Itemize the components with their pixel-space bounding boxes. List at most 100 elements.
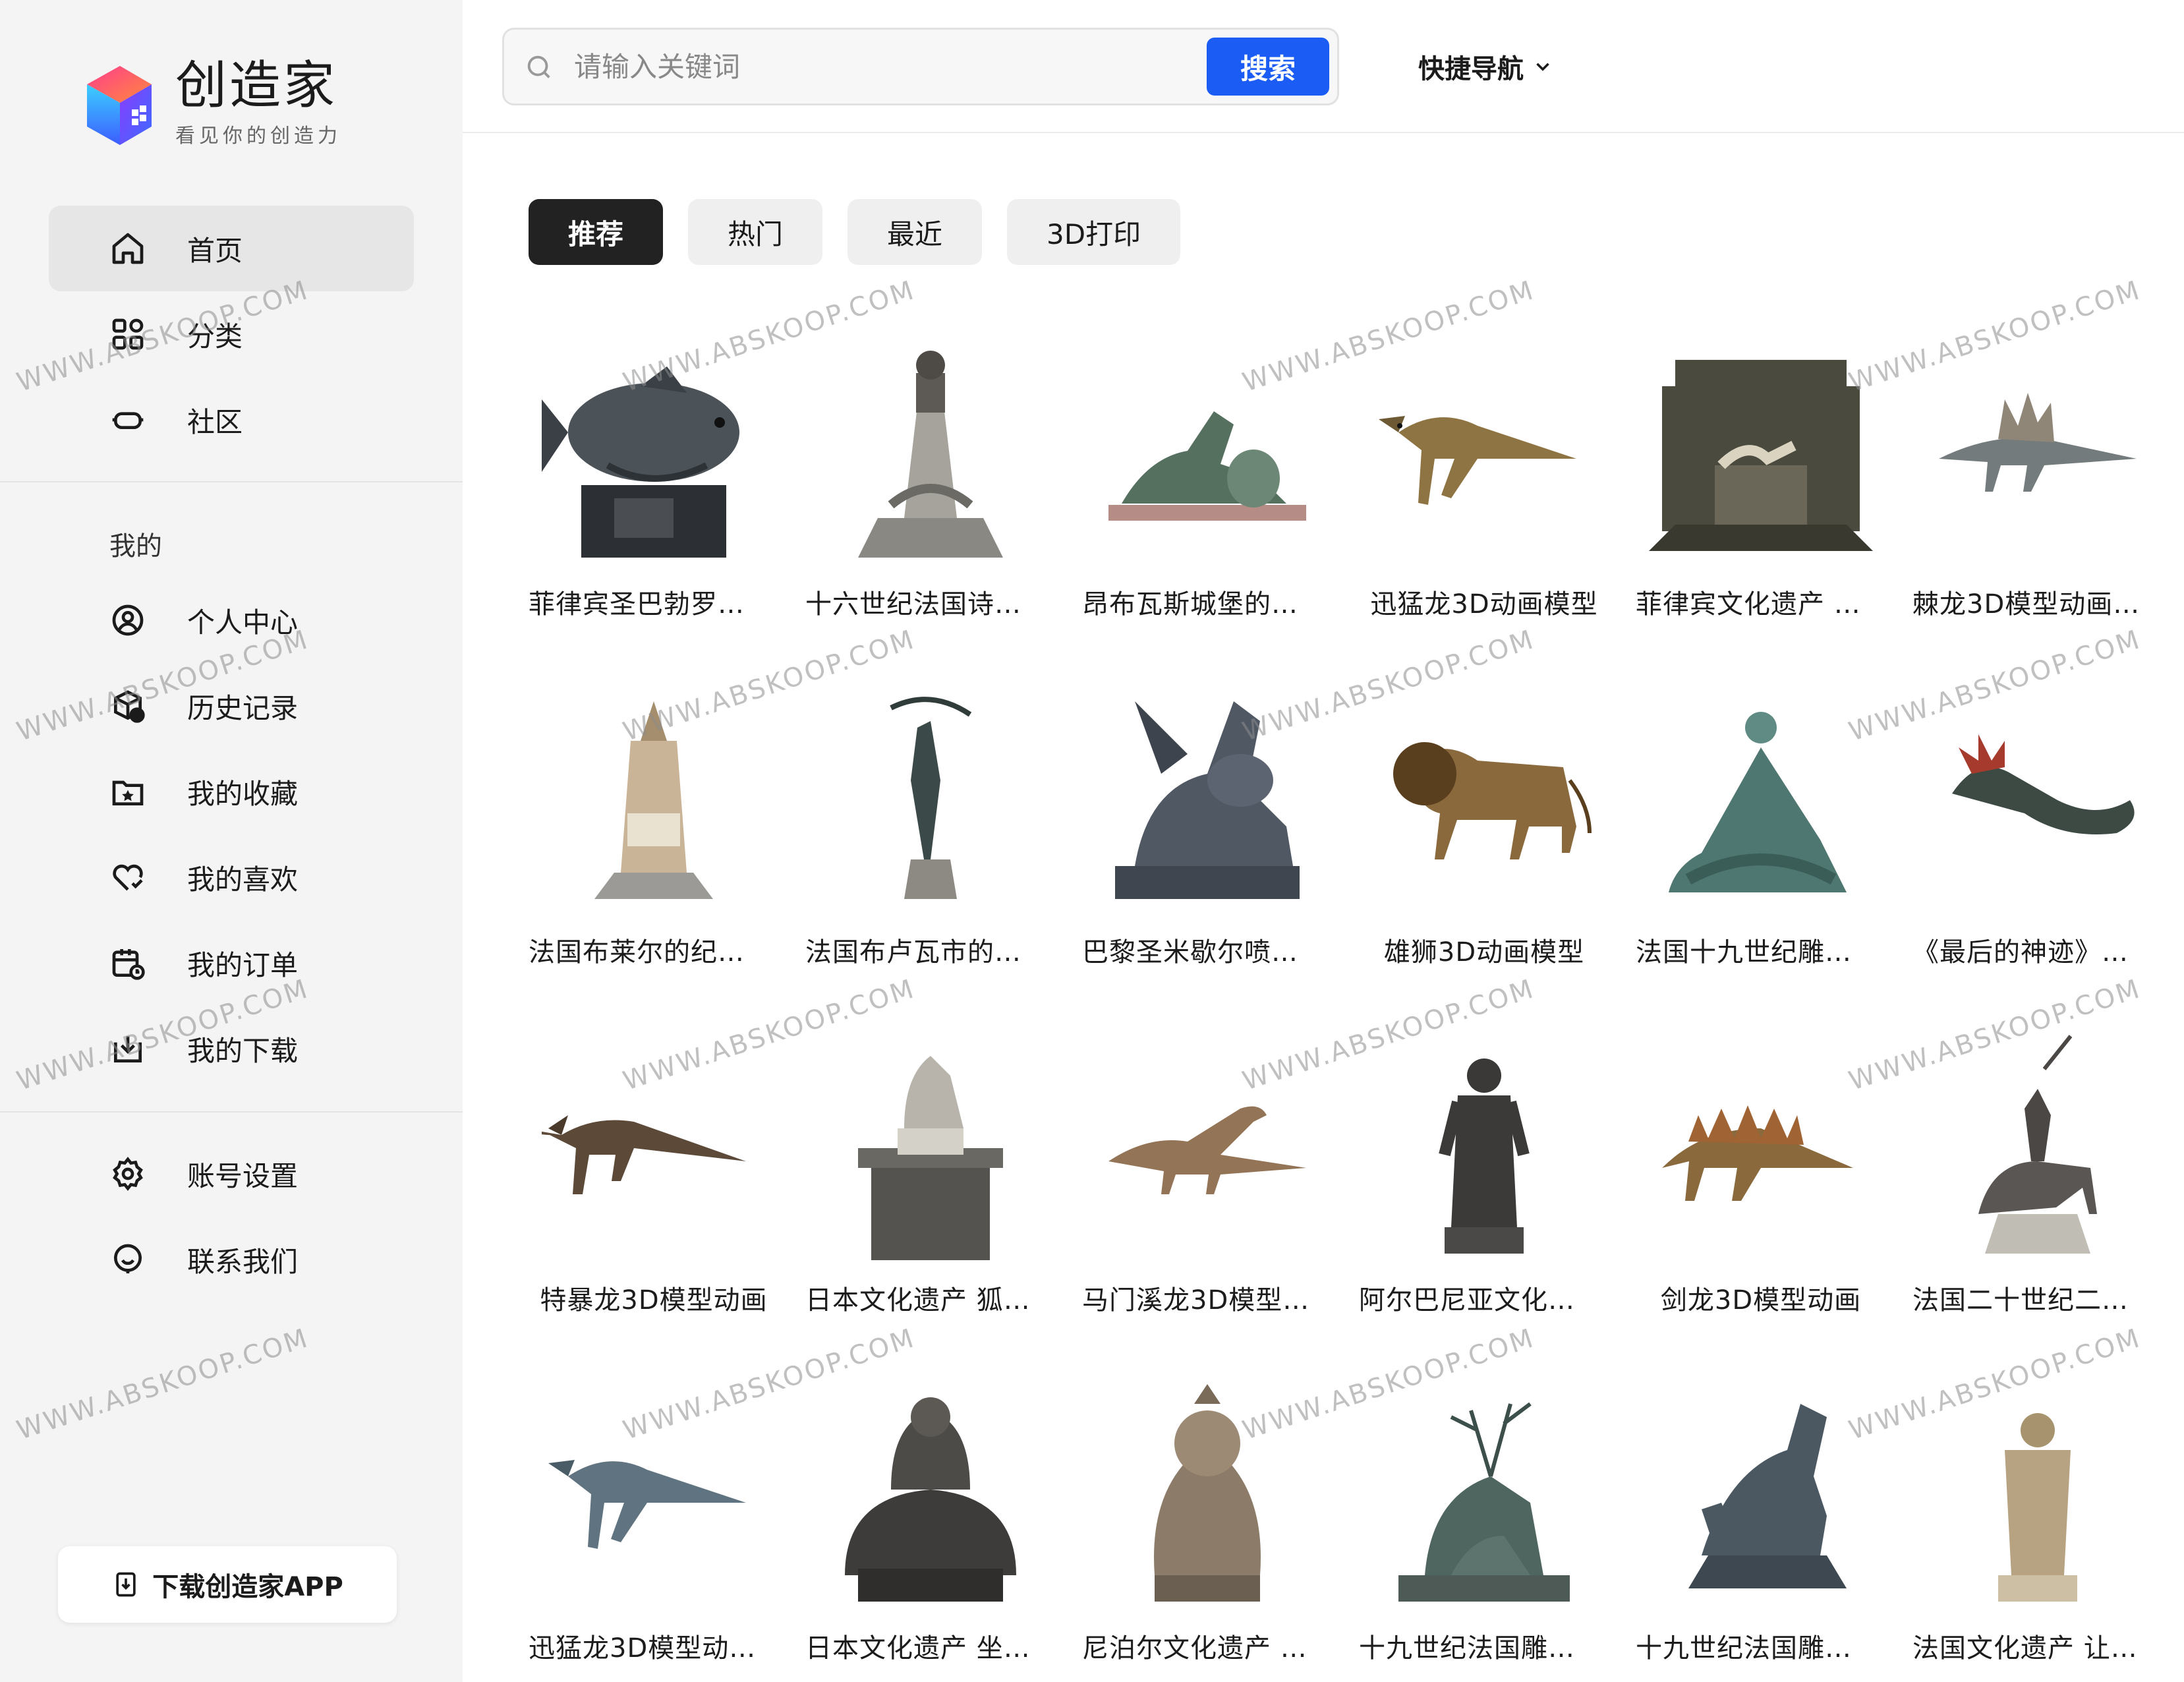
quick-nav-dropdown[interactable]: 快捷导航 — [1418, 47, 1554, 86]
model-preview-image — [1398, 1402, 1570, 1602]
model-title[interactable]: 十九世纪法国雕… — [1359, 1627, 1609, 1665]
model-preview-image — [890, 697, 972, 899]
model-title[interactable]: 《最后的神迹》… — [1912, 931, 2163, 969]
model-card[interactable]: 昂布瓦斯城堡的… — [1082, 320, 1333, 668]
model-thumbnail[interactable] — [1365, 1371, 1603, 1621]
tab-3d-print[interactable]: 3D打印 — [1007, 199, 1181, 265]
search-input[interactable] — [574, 45, 1167, 88]
sidebar-item-home[interactable]: 首页 — [49, 206, 414, 291]
model-title[interactable]: 菲律宾文化遗产 … — [1636, 583, 1886, 621]
model-thumbnail[interactable] — [1642, 1023, 1880, 1273]
model-preview-image — [1108, 411, 1306, 521]
model-card[interactable]: 十六世纪法国诗… — [805, 320, 1056, 668]
model-title[interactable]: 日本文化遗产 坐… — [805, 1627, 1056, 1665]
model-title[interactable]: 法国二十世纪二… — [1912, 1279, 2163, 1317]
model-card[interactable]: 雄狮3D动画模型 — [1359, 668, 1609, 1016]
model-preview-image — [1688, 1404, 1847, 1588]
model-title[interactable]: 迅猛龙3D模型动… — [529, 1627, 779, 1665]
model-thumbnail[interactable] — [1089, 1023, 1326, 1273]
tab-recommended[interactable]: 推荐 — [529, 199, 664, 265]
model-card[interactable]: 菲律宾文化遗产 … — [1636, 320, 1886, 668]
tab-recent[interactable]: 最近 — [848, 199, 983, 265]
model-thumbnail[interactable] — [1365, 675, 1603, 925]
model-preview-image — [858, 1056, 1003, 1260]
model-card[interactable]: 法国文化遗产 让… — [1912, 1364, 2163, 1682]
model-card[interactable]: 阿尔巴尼亚文化… — [1359, 1016, 1609, 1364]
sidebar-item-favorites[interactable]: 我的收藏 — [49, 749, 414, 834]
model-title[interactable]: 雄狮3D动画模型 — [1359, 931, 1609, 969]
model-card[interactable]: 十九世纪法国雕… — [1636, 1364, 1886, 1682]
model-thumbnail[interactable] — [1089, 675, 1326, 925]
model-thumbnail[interactable] — [812, 1371, 1049, 1621]
model-thumbnail[interactable] — [1919, 327, 2156, 577]
tab-hot[interactable]: 热门 — [688, 199, 823, 265]
model-thumbnail[interactable] — [1365, 327, 1603, 577]
sidebar-item-contact-us[interactable]: 联系我们 — [49, 1217, 414, 1302]
model-card[interactable]: 《最后的神迹》… — [1912, 668, 2163, 1016]
model-card[interactable]: 法国十九世纪雕… — [1636, 668, 1886, 1016]
model-card[interactable]: 巴黎圣米歇尔喷… — [1082, 668, 1333, 1016]
sidebar-item-history[interactable]: 历史记录 — [49, 663, 414, 749]
model-card[interactable]: 日本文化遗产 坐… — [805, 1364, 1056, 1682]
model-thumbnail[interactable] — [535, 327, 772, 577]
download-app-button[interactable]: 下载创造家APP — [58, 1546, 397, 1623]
model-card[interactable]: 尼泊尔文化遗产 … — [1082, 1364, 1333, 1682]
brand-logo[interactable]: 创造家 看见你的创造力 — [74, 58, 341, 150]
model-thumbnail[interactable] — [535, 1023, 772, 1273]
model-title[interactable]: 法国布卢瓦市的… — [805, 931, 1056, 969]
headset-smile-icon — [109, 1241, 146, 1278]
model-title[interactable]: 菲律宾圣巴勃罗… — [529, 583, 779, 621]
model-thumbnail[interactable] — [812, 1023, 1049, 1273]
sidebar-item-orders[interactable]: 我的订单 — [49, 920, 414, 1006]
model-thumbnail[interactable] — [812, 327, 1049, 577]
model-card[interactable]: 剑龙3D模型动画 — [1636, 1016, 1886, 1364]
sidebar-item-community[interactable]: 社区 — [49, 377, 414, 463]
model-card[interactable]: 迅猛龙3D模型动… — [529, 1364, 779, 1682]
sidebar-item-category[interactable]: 分类 — [49, 291, 414, 377]
model-title[interactable]: 尼泊尔文化遗产 … — [1082, 1627, 1333, 1665]
model-title[interactable]: 十九世纪法国雕… — [1636, 1627, 1886, 1665]
model-thumbnail[interactable] — [535, 675, 772, 925]
model-title[interactable]: 特暴龙3D模型动画 — [529, 1279, 779, 1317]
model-title[interactable]: 棘龙3D模型动画… — [1912, 583, 2163, 621]
sidebar-item-profile[interactable]: 个人中心 — [49, 577, 414, 663]
model-card[interactable]: 法国布卢瓦市的… — [805, 668, 1056, 1016]
model-title[interactable]: 迅猛龙3D动画模型 — [1359, 583, 1609, 621]
model-thumbnail[interactable] — [1089, 1371, 1326, 1621]
sidebar-item-account-settings[interactable]: 账号设置 — [49, 1131, 414, 1217]
model-card[interactable]: 棘龙3D模型动画… — [1912, 320, 2163, 668]
history-box-icon — [109, 687, 146, 724]
search-button[interactable]: 搜索 — [1207, 38, 1329, 96]
model-thumbnail[interactable] — [1642, 675, 1880, 925]
model-thumbnail[interactable] — [1919, 1371, 2156, 1621]
model-thumbnail[interactable] — [535, 1371, 772, 1621]
model-card[interactable]: 十九世纪法国雕… — [1359, 1364, 1609, 1682]
model-card[interactable]: 菲律宾圣巴勃罗… — [529, 320, 779, 668]
model-thumbnail[interactable] — [1919, 675, 2156, 925]
model-title[interactable]: 日本文化遗产 狐… — [805, 1279, 1056, 1317]
model-card[interactable]: 马门溪龙3D模型… — [1082, 1016, 1333, 1364]
model-thumbnail[interactable] — [1642, 327, 1880, 577]
model-card[interactable]: 迅猛龙3D动画模型 — [1359, 320, 1609, 668]
model-thumbnail[interactable] — [1365, 1023, 1603, 1273]
model-preview-image — [1669, 712, 1847, 892]
model-card[interactable]: 特暴龙3D模型动画 — [529, 1016, 779, 1364]
model-title[interactable]: 法国文化遗产 让… — [1912, 1627, 2163, 1665]
model-title[interactable]: 剑龙3D模型动画 — [1636, 1279, 1886, 1317]
model-title[interactable]: 昂布瓦斯城堡的… — [1082, 583, 1333, 621]
model-card[interactable]: 法国布莱尔的纪… — [529, 668, 779, 1016]
model-thumbnail[interactable] — [1642, 1371, 1880, 1621]
sidebar-item-likes[interactable]: 我的喜欢 — [49, 834, 414, 920]
sidebar-item-downloads[interactable]: 我的下载 — [49, 1006, 414, 1091]
model-thumbnail[interactable] — [1089, 327, 1326, 577]
model-title[interactable]: 法国布莱尔的纪… — [529, 931, 779, 969]
model-thumbnail[interactable] — [1919, 1023, 2156, 1273]
model-thumbnail[interactable] — [812, 675, 1049, 925]
model-title[interactable]: 阿尔巴尼亚文化… — [1359, 1279, 1609, 1317]
model-title[interactable]: 法国十九世纪雕… — [1636, 931, 1886, 969]
model-title[interactable]: 巴黎圣米歇尔喷… — [1082, 931, 1333, 969]
model-title[interactable]: 马门溪龙3D模型… — [1082, 1279, 1333, 1317]
model-card[interactable]: 法国二十世纪二… — [1912, 1016, 2163, 1364]
model-title[interactable]: 十六世纪法国诗… — [805, 583, 1056, 621]
model-card[interactable]: 日本文化遗产 狐… — [805, 1016, 1056, 1364]
